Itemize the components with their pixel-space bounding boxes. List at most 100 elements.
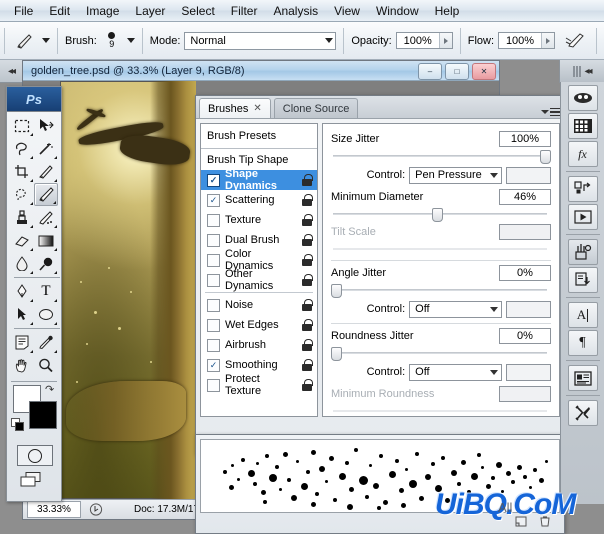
- right-dock-collapse-button[interactable]: ◂◂: [559, 60, 604, 83]
- option-row-color-dynamics[interactable]: Color Dynamics: [201, 250, 317, 270]
- checkbox-smoothing[interactable]: ✓: [207, 359, 220, 372]
- option-row-scattering[interactable]: ✓ Scattering: [201, 190, 317, 210]
- brush-tool-icon[interactable]: [12, 30, 38, 52]
- value-size-jitter[interactable]: 100%: [499, 131, 551, 147]
- history-brush-tool-button[interactable]: [34, 206, 58, 229]
- eraser-tool-button[interactable]: [10, 229, 34, 252]
- layer-comps-panel-icon[interactable]: [568, 365, 598, 391]
- menu-item-help[interactable]: Help: [427, 2, 468, 20]
- menu-item-window[interactable]: Window: [368, 2, 427, 20]
- blend-mode-select[interactable]: Normal: [184, 32, 336, 50]
- menu-item-file[interactable]: File: [6, 2, 41, 20]
- checkbox-protect-texture[interactable]: [207, 379, 220, 392]
- paragraph-panel-icon[interactable]: ¶: [568, 330, 598, 356]
- lock-icon[interactable]: [301, 274, 313, 286]
- path-selection-tool-button[interactable]: [10, 303, 34, 326]
- blur-tool-button[interactable]: [10, 252, 34, 275]
- value-roundness-jitter[interactable]: 0%: [499, 328, 551, 344]
- option-row-wet-edges[interactable]: Wet Edges: [201, 315, 317, 335]
- eyedropper-tool-button[interactable]: [34, 331, 58, 354]
- menu-item-edit[interactable]: Edit: [41, 2, 78, 20]
- select-roundness-control[interactable]: Off: [409, 364, 502, 381]
- quick-mask-icon[interactable]: [17, 445, 53, 466]
- flow-input[interactable]: 100%: [498, 32, 555, 49]
- menu-item-view[interactable]: View: [326, 2, 368, 20]
- type-tool-button[interactable]: T: [34, 280, 58, 303]
- checkbox-airbrush[interactable]: [207, 339, 220, 352]
- lock-icon[interactable]: [301, 214, 313, 226]
- menu-item-filter[interactable]: Filter: [223, 2, 266, 20]
- document-title-bar[interactable]: golden_tree.psd @ 33.3% (Layer 9, RGB/8)…: [23, 61, 499, 81]
- airbrush-icon[interactable]: [563, 30, 589, 52]
- lasso-tool-button[interactable]: [10, 137, 34, 160]
- option-row-other-dynamics[interactable]: Other Dynamics: [201, 270, 317, 290]
- checkbox-shape-dynamics[interactable]: ✓: [207, 174, 220, 187]
- slider-size-jitter[interactable]: [331, 149, 551, 163]
- checkbox-dual-brush[interactable]: [207, 234, 220, 247]
- value-minimum-diameter[interactable]: 46%: [499, 189, 551, 205]
- delete-brush-icon[interactable]: [538, 515, 552, 527]
- select-angle-control[interactable]: Off: [409, 301, 502, 318]
- crop-tool-button[interactable]: [10, 160, 34, 183]
- ellipse-shape-tool-button[interactable]: [34, 303, 58, 326]
- tab-clone-source[interactable]: Clone Source: [274, 98, 359, 118]
- checkbox-wet-edges[interactable]: [207, 319, 220, 332]
- marquee-tool-button[interactable]: [10, 114, 34, 137]
- maximize-button[interactable]: □: [445, 63, 469, 80]
- lock-icon[interactable]: [301, 359, 313, 371]
- move-tool-button[interactable]: [34, 114, 58, 137]
- opacity-input[interactable]: 100%: [396, 32, 453, 49]
- tab-brushes[interactable]: Brushes ✕: [199, 98, 271, 118]
- value-angle-jitter[interactable]: 0%: [499, 265, 551, 281]
- option-row-texture[interactable]: Texture: [201, 210, 317, 230]
- checkbox-scattering[interactable]: ✓: [207, 194, 220, 207]
- zoom-level-field[interactable]: 33.33%: [27, 501, 81, 518]
- status-arrow-icon[interactable]: [86, 502, 106, 517]
- adjustments-panel-icon[interactable]: [568, 176, 598, 202]
- slider-angle-jitter[interactable]: [331, 283, 551, 297]
- panel-menu-icon[interactable]: [541, 108, 560, 117]
- gradient-tool-button[interactable]: [34, 229, 58, 252]
- select-size-control[interactable]: Pen Pressure: [409, 167, 502, 184]
- clone-stamp-tool-button[interactable]: [10, 206, 34, 229]
- hand-tool-button[interactable]: [10, 354, 34, 377]
- checkbox-color-dynamics[interactable]: [207, 254, 220, 267]
- background-color-swatch[interactable]: [29, 401, 57, 429]
- lock-icon[interactable]: [301, 379, 313, 391]
- option-row-airbrush[interactable]: Airbrush: [201, 335, 317, 355]
- lock-icon[interactable]: [301, 254, 313, 266]
- option-row-smoothing[interactable]: ✓ Smoothing: [201, 355, 317, 375]
- image-canvas[interactable]: [60, 81, 190, 499]
- pen-tool-button[interactable]: [10, 280, 34, 303]
- magic-wand-tool-button[interactable]: [34, 137, 58, 160]
- lock-icon[interactable]: [301, 319, 313, 331]
- option-row-noise[interactable]: Noise: [201, 295, 317, 315]
- lock-icon[interactable]: [301, 194, 313, 206]
- minimize-button[interactable]: –: [418, 63, 442, 80]
- actions-panel-icon[interactable]: [568, 204, 598, 230]
- close-icon[interactable]: ✕: [253, 103, 261, 114]
- close-button[interactable]: ✕: [472, 63, 496, 80]
- brush-tip-shape-item[interactable]: Brush Tip Shape: [201, 149, 317, 170]
- notes-tool-button[interactable]: [10, 331, 34, 354]
- clone-source-panel-icon[interactable]: [568, 267, 598, 293]
- styles-panel-icon[interactable]: fx: [568, 141, 598, 167]
- lock-icon[interactable]: [301, 339, 313, 351]
- left-dock-collapse-button[interactable]: ◂◂: [0, 60, 23, 83]
- lock-icon[interactable]: [301, 174, 313, 186]
- screen-mode-icon[interactable]: [17, 471, 51, 489]
- option-row-dual-brush[interactable]: Dual Brush: [201, 230, 317, 250]
- color-panel-icon[interactable]: [568, 85, 598, 111]
- option-row-protect-texture[interactable]: Protect Texture: [201, 375, 317, 395]
- menu-item-select[interactable]: Select: [173, 2, 222, 20]
- new-brush-icon[interactable]: [514, 515, 528, 527]
- menu-item-image[interactable]: Image: [78, 2, 127, 20]
- brush-tool-button[interactable]: [34, 183, 58, 206]
- menu-item-analysis[interactable]: Analysis: [265, 2, 326, 20]
- lock-icon[interactable]: [301, 234, 313, 246]
- lock-icon[interactable]: [301, 299, 313, 311]
- brush-size-indicator[interactable]: 9: [101, 32, 123, 49]
- brush-preset-picker-arrow[interactable]: [42, 38, 50, 43]
- dodge-tool-button[interactable]: [34, 252, 58, 275]
- character-panel-icon[interactable]: A: [568, 302, 598, 328]
